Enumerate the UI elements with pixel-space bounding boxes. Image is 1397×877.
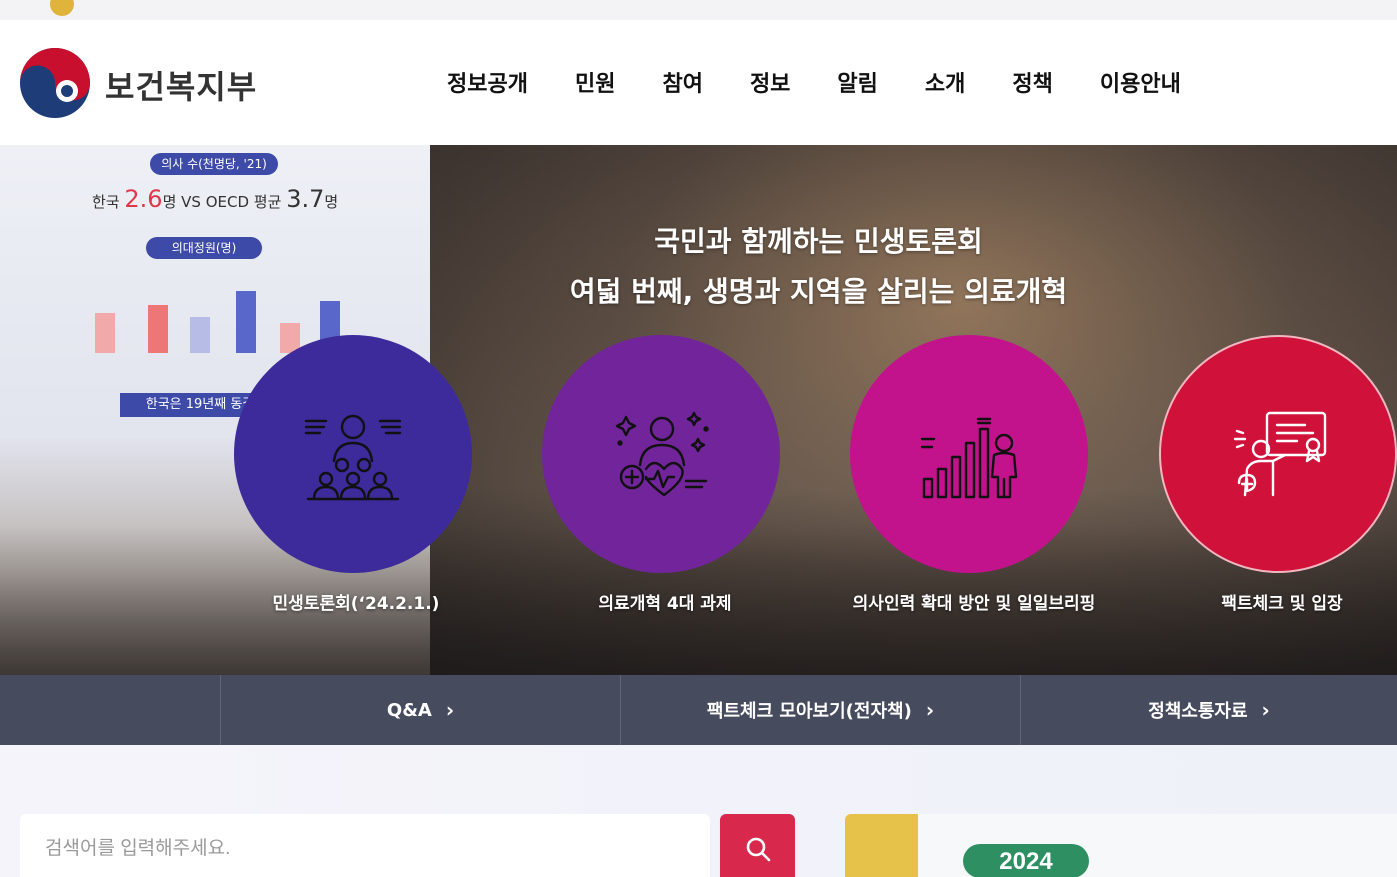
health-care-icon — [615, 411, 709, 497]
hero-item-workforce-expansion[interactable] — [850, 335, 1088, 573]
quicklink-fact-check-ebook[interactable]: 팩트체크 모아보기(전자책) › — [620, 675, 1020, 745]
chevron-right-icon: › — [925, 698, 935, 722]
banner-stripe — [845, 814, 918, 877]
quicklink-policy-materials-label: 정책소통자료 — [1148, 701, 1248, 722]
slide-unit-2: 명 — [324, 193, 339, 211]
slide-comparison: 한국 2.6명 VS OECD 평균 3.7명 — [92, 185, 338, 213]
slide-bar — [190, 317, 210, 353]
search-icon — [746, 837, 770, 862]
hero-item-forum-label[interactable]: 민생토론회(‘24.2.1.) — [206, 589, 506, 614]
search-input[interactable] — [20, 814, 710, 877]
nav-item-about[interactable]: 소개 — [925, 66, 965, 98]
hero-item-reform-tasks[interactable] — [542, 335, 780, 573]
slide-tag-doctors: 의사 수(천명당, '21) — [150, 153, 278, 175]
top-utility-bar — [0, 0, 1397, 20]
quicklink-qa[interactable]: Q&A › — [220, 675, 620, 745]
slide-oecd-value: 3.7 — [286, 185, 325, 213]
nav-item-info-disclosure[interactable]: 정보공개 — [447, 66, 528, 98]
nav-item-policy[interactable]: 정책 — [1012, 66, 1052, 98]
hero-item-fact-check[interactable] — [1159, 335, 1397, 573]
ministry-name[interactable]: 보건복지부 — [105, 62, 257, 108]
chevron-right-icon: › — [445, 698, 455, 722]
slide-unit-1: 명 — [162, 193, 177, 211]
hero-title-line1: 국민과 함께하는 민생토론회 — [654, 225, 983, 258]
slide-vs: VS — [181, 193, 201, 211]
slide-bar — [95, 313, 115, 353]
nav-item-information[interactable]: 정보 — [750, 66, 790, 98]
nav-item-civil-petition[interactable]: 민원 — [575, 66, 615, 98]
main-navigation: 정보공개 민원 참여 정보 알림 소개 정책 이용안내 — [447, 66, 1228, 98]
quicklink-policy-materials[interactable]: 정책소통자료 › — [1020, 675, 1397, 745]
search-box — [20, 814, 710, 877]
nav-item-participation[interactable]: 참여 — [662, 66, 702, 98]
search-button[interactable] — [720, 814, 795, 877]
quick-links-bar: Q&A › 팩트체크 모아보기(전자책) › 정책소통자료 › — [0, 675, 1397, 745]
government-emblem-icon — [50, 0, 74, 16]
hero-item-fact-check-label[interactable]: 팩트체크 및 입장 — [1132, 589, 1397, 614]
nav-item-user-guide[interactable]: 이용안내 — [1100, 66, 1181, 98]
hero-title: 국민과 함께하는 민생토론회 여덟 번째, 생명과 지역을 살리는 의료개혁 — [0, 217, 1397, 317]
hero-banner: 의사 수(천명당, '21) 한국 2.6명 VS OECD 평균 3.7명 의… — [0, 145, 1397, 675]
slide-korea-value: 2.6 — [124, 185, 163, 213]
slide-korea-label: 한국 — [92, 193, 120, 211]
site-header: 보건복지부 정보공개 민원 참여 정보 알림 소개 정책 이용안내 — [0, 20, 1397, 145]
promo-banner[interactable]: 2024 — [845, 814, 1397, 877]
quicklink-qa-label: Q&A — [386, 699, 432, 721]
audience-icon — [304, 414, 402, 501]
hero-title-line2: 여덟 번째, 생명과 지역을 살리는 의료개혁 — [569, 275, 1068, 308]
search-section: 2024 — [0, 745, 1397, 877]
hero-item-workforce-expansion-label[interactable]: 의사인력 확대 방안 및 일일브리핑 — [824, 589, 1124, 614]
hero-item-reform-tasks-label[interactable]: 의료개혁 4대 과제 — [515, 589, 815, 614]
growth-chart-icon — [920, 417, 1018, 499]
hero-item-forum[interactable] — [234, 335, 472, 573]
nav-item-notice[interactable]: 알림 — [837, 66, 877, 98]
presentation-icon — [1233, 411, 1327, 497]
ministry-logo-icon[interactable] — [20, 48, 90, 118]
banner-year-badge: 2024 — [963, 844, 1089, 877]
slide-oecd-label: OECD 평균 — [205, 193, 282, 211]
quicklink-fact-check-ebook-label: 팩트체크 모아보기(전자책) — [706, 701, 912, 722]
chevron-right-icon: › — [1261, 698, 1270, 722]
